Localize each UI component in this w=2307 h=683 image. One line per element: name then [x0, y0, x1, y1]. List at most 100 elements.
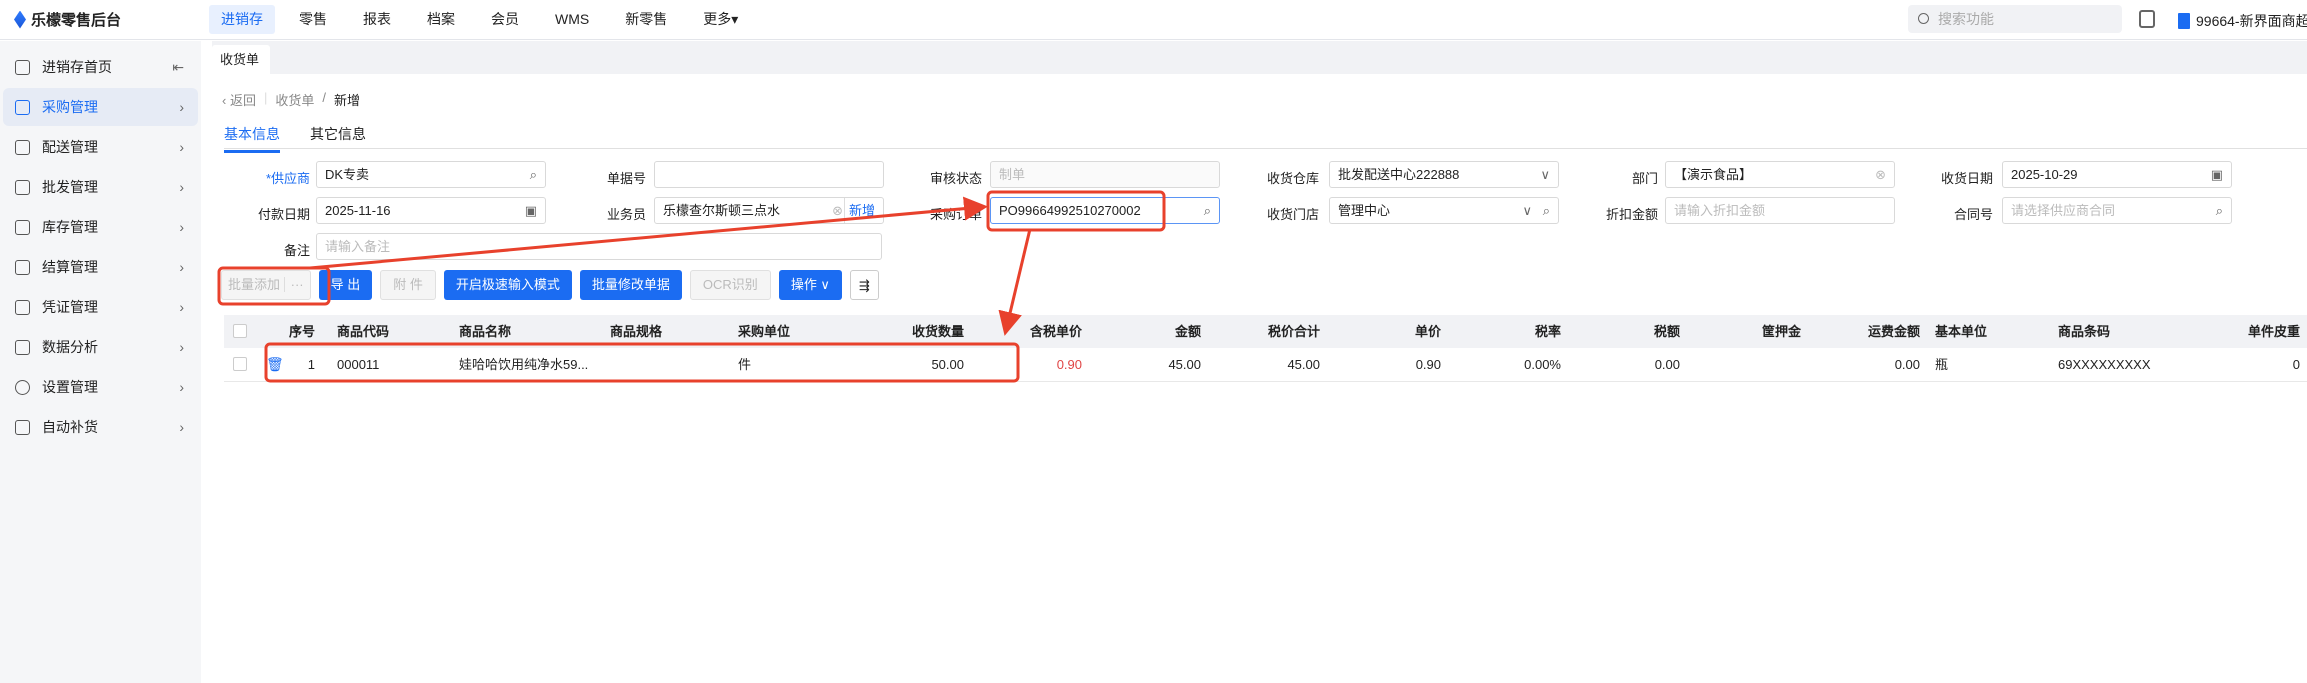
nav-new-retail[interactable]: 新零售 [613, 5, 679, 34]
table-cell[interactable]: 0.00% [1454, 348, 1561, 381]
column-header[interactable]: 税率 [1454, 315, 1561, 348]
breadcrumb-current: 新增 [334, 93, 361, 108]
nav-more[interactable]: 更多▾ [691, 5, 750, 34]
operations-dropdown[interactable]: 操作 ∨ [778, 270, 842, 300]
nav-member[interactable]: 会员 [479, 5, 531, 34]
column-header[interactable]: 商品代码 [337, 315, 441, 348]
replenish-icon [15, 419, 30, 435]
warehouse-label: 收货仓库 [1266, 171, 1319, 186]
column-header[interactable]: 金额 [1094, 315, 1201, 348]
batch-edit-button[interactable]: 批量修改单据 [579, 270, 682, 300]
column-header[interactable]: 商品名称 [459, 315, 596, 348]
table-cell[interactable]: 娃哈哈饮用纯净水59... [459, 348, 596, 381]
table-row[interactable]: 🗑 1 000011 娃哈哈饮用纯净水59... 件 50.00 0.90 45.00 45.0… [224, 348, 2307, 382]
attachment-button[interactable]: 附 件 [380, 270, 436, 300]
column-header[interactable]: 运费金额 [1814, 315, 1920, 348]
calendar-icon[interactable]: ▣ [2211, 162, 2223, 187]
table-cell[interactable]: 0.00 [1814, 348, 1920, 381]
salesman-field[interactable]: 乐檬查尔斯顿三点水 ⊗ 新增 [654, 197, 884, 224]
store-select[interactable]: 管理中心 ∨ ⌕ [1329, 197, 1559, 224]
more-icon[interactable]: ··· [283, 277, 304, 292]
column-header[interactable]: 基本单位 [1935, 315, 2035, 348]
column-header[interactable]: 商品规格 [610, 315, 720, 348]
sidebar-item-settings[interactable]: 设置管理 › [3, 368, 198, 406]
sidebar-label: 数据分析 [42, 339, 98, 355]
sidebar-item-stock[interactable]: 库存管理 › [3, 208, 198, 246]
dept-field[interactable]: 【演示食品】 ⊗ [1665, 161, 1895, 188]
table-cell[interactable]: 0.00 [1574, 348, 1680, 381]
nav-wms[interactable]: WMS [543, 5, 601, 34]
search-icon[interactable]: ⌕ [530, 162, 537, 187]
pay-date-field[interactable]: 2025-11-16 ▣ [316, 197, 546, 224]
search-icon[interactable]: ⌕ [2216, 198, 2223, 223]
table-cell[interactable]: 1 [260, 348, 315, 381]
breadcrumb-parent[interactable]: 收货单 [275, 90, 314, 109]
printer-icon[interactable] [2139, 10, 2155, 28]
logo[interactable]: 乐檬零售后台 [14, 9, 121, 30]
add-salesman-link[interactable]: 新增 [843, 198, 875, 223]
sidebar-item-delivery[interactable]: 配送管理 › [3, 128, 198, 166]
supplier-field[interactable]: DK专卖 ⌕ [316, 161, 546, 188]
discount-field[interactable]: 请输入折扣金额 [1665, 197, 1895, 224]
column-header[interactable]: 税额 [1574, 315, 1680, 348]
column-header[interactable]: 筐押金 [1694, 315, 1801, 348]
tab-receipt[interactable]: 收货单 [212, 45, 270, 74]
column-header[interactable]: 商品条码 [2058, 315, 2178, 348]
sidebar-item-voucher[interactable]: 凭证管理 › [3, 288, 198, 326]
nav-archive[interactable]: 档案 [415, 5, 467, 34]
nav-inventory[interactable]: 进销存 [209, 5, 275, 34]
column-header[interactable]: 收货数量 [882, 315, 964, 348]
search-input[interactable]: 搜索功能 [1908, 5, 2122, 33]
calendar-icon[interactable]: ▣ [525, 198, 537, 223]
column-header[interactable]: 含税单价 [984, 315, 1082, 348]
sidebar-item-purchase[interactable]: 采购管理 › [3, 88, 198, 126]
column-header[interactable]: 税价合计 [1214, 315, 1320, 348]
row-checkbox[interactable] [233, 357, 247, 371]
clear-icon[interactable]: ⊗ [1875, 162, 1886, 187]
table-cell[interactable]: 件 [738, 348, 882, 381]
table-cell[interactable]: 0.90 [984, 348, 1082, 381]
table-cell[interactable]: 45.00 [1094, 348, 1201, 381]
search-icon[interactable]: ⌕ [1543, 198, 1550, 223]
collapse-icon[interactable]: ⇤ [172, 59, 184, 76]
column-header[interactable]: 采购单位 [738, 315, 882, 348]
clear-icon[interactable]: ⊗ [832, 198, 843, 223]
table-cell[interactable]: 50.00 [882, 348, 964, 381]
table-cell[interactable]: 0.90 [1334, 348, 1441, 381]
table-cell[interactable] [610, 348, 720, 381]
ocr-button[interactable]: OCR识别 [689, 270, 771, 300]
fast-input-button[interactable]: 开启极速输入模式 [443, 270, 572, 300]
sidebar-item-analytics[interactable]: 数据分析 › [3, 328, 198, 366]
column-header[interactable]: 单价 [1334, 315, 1441, 348]
select-all-checkbox[interactable] [233, 324, 247, 338]
nav-retail[interactable]: 零售 [287, 5, 339, 34]
table-cell[interactable]: 000011 [337, 348, 441, 381]
table-cell[interactable]: 0 [2184, 348, 2300, 381]
audit-field: 制单 [990, 161, 1220, 188]
sidebar-item-home[interactable]: 进销存首页 ⇤ [3, 48, 198, 86]
batch-add-button[interactable]: 批量添加 ··· [221, 270, 311, 300]
recv-date-field[interactable]: 2025-10-29 ▣ [2002, 161, 2232, 188]
search-icon[interactable]: ⌕ [1204, 198, 1211, 223]
doc-no-field[interactable] [654, 161, 884, 188]
export-button[interactable]: 导 出 [318, 270, 373, 300]
store-selector[interactable]: 99664-新界面商超 [2178, 11, 2307, 31]
po-field[interactable]: PO99664992510270002 ⌕ [990, 197, 1220, 224]
sidebar-item-wholesale[interactable]: 批发管理 › [3, 168, 198, 206]
sidebar-item-replenish[interactable]: 自动补货 › [3, 408, 198, 446]
remark-field[interactable]: 请输入备注 [316, 233, 882, 260]
table-cell[interactable]: 瓶 [1935, 348, 2035, 381]
column-header[interactable]: 序号 [260, 315, 315, 348]
table-cell[interactable]: 45.00 [1214, 348, 1320, 381]
back-link[interactable]: ‹ 返回 [222, 90, 256, 109]
contract-field[interactable]: 请选择供应商合同 ⌕ [2002, 197, 2232, 224]
nav-reports[interactable]: 报表 [351, 5, 403, 34]
table-cell[interactable] [1694, 348, 1801, 381]
table-cell[interactable]: 69XXXXXXXXX [2058, 348, 2178, 381]
chevron-right-icon: › [179, 219, 184, 235]
sidebar-item-settlement[interactable]: 结算管理 › [3, 248, 198, 286]
column-header[interactable]: 单件皮重 [2184, 315, 2300, 348]
warehouse-select[interactable]: 批发配送中心222888 ∨ [1329, 161, 1559, 188]
column-settings-icon[interactable]: ⇶ [849, 270, 879, 300]
sidebar-label: 自动补货 [42, 419, 98, 435]
